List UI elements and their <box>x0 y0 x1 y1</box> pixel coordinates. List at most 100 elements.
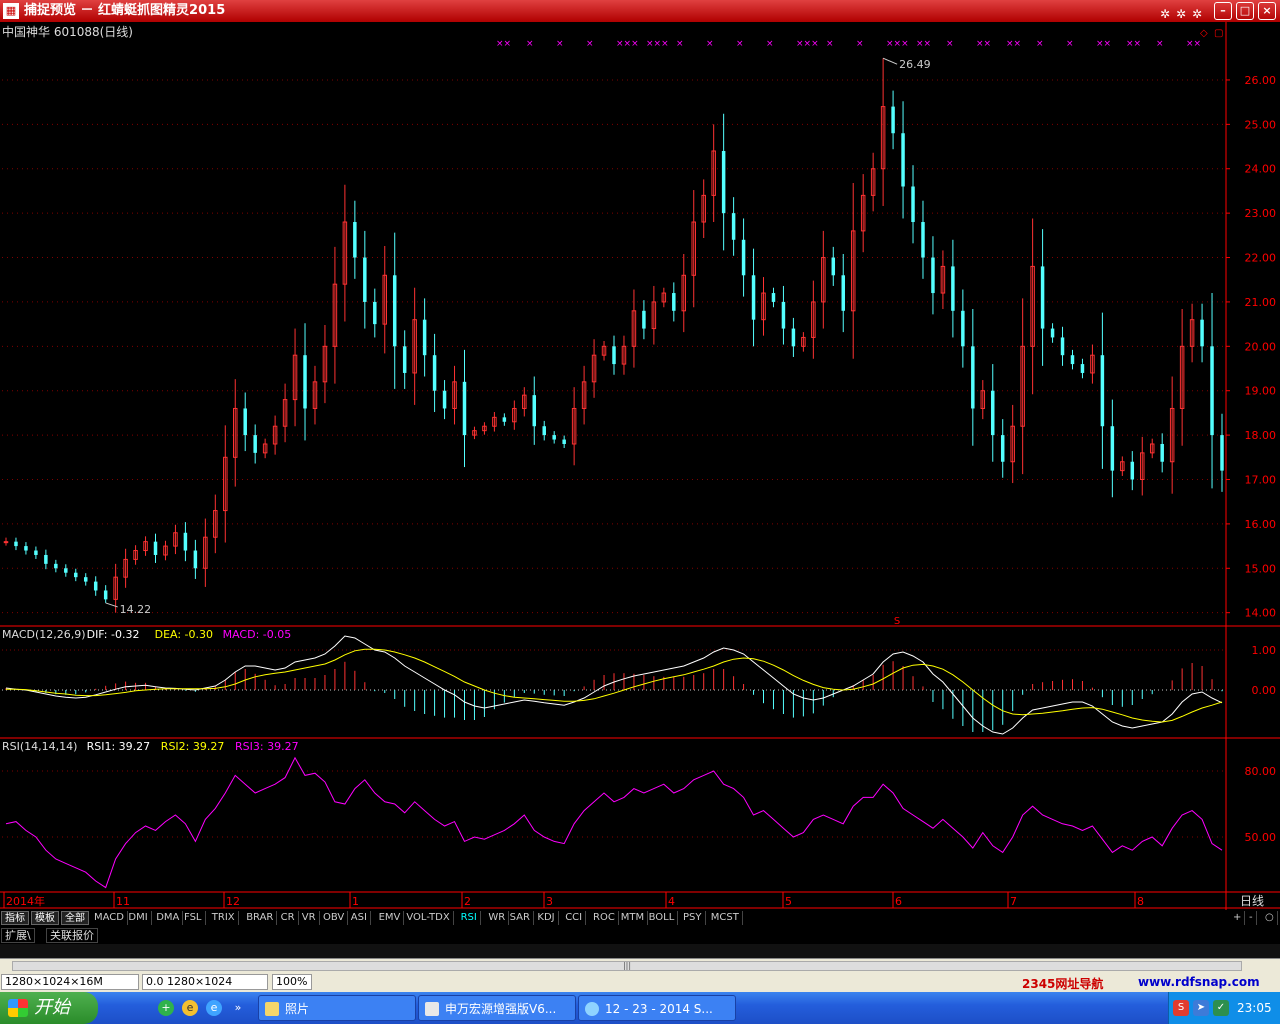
price-tick-label: 18.00 <box>1245 429 1277 442</box>
tab-control-button[interactable]: + <box>1230 911 1246 925</box>
price-tick-label: 22.00 <box>1245 252 1277 265</box>
indicator-tab-dmi[interactable]: DMI <box>125 911 152 925</box>
signal-marker-s: S <box>894 616 900 627</box>
candle-body <box>542 426 546 436</box>
stock-app-icon: ▦ <box>3 3 19 19</box>
price-tick-label: 25.00 <box>1245 118 1277 131</box>
rsi-legend-item: RSI3: 39.27 <box>235 740 299 753</box>
status-dimensions: 1280×1024×16M <box>1 974 139 990</box>
price-tick-label: 14.00 <box>1245 607 1277 620</box>
indicator-tab-rsi[interactable]: RSI <box>458 911 481 925</box>
rsi-legend-item: RSI1: 39.27 <box>87 740 151 753</box>
task-browser[interactable]: 12 - 23 - 2014 S... <box>578 995 736 1021</box>
indicator-tab-trix[interactable]: TRIX <box>209 911 239 925</box>
square-icon: ▢ <box>1214 28 1223 39</box>
indicator-tab-全部[interactable]: 全部 <box>61 911 89 925</box>
candle-body <box>552 435 556 440</box>
date-tick-label: 1 <box>352 895 359 908</box>
quicklaunch-add-icon[interactable]: + <box>158 1000 174 1016</box>
candle-body <box>153 541 158 555</box>
browser-icon <box>585 1002 599 1016</box>
start-button[interactable]: 开始 <box>0 992 98 1024</box>
tab-expand[interactable]: 扩展\ <box>1 928 35 943</box>
candle-body <box>781 301 786 329</box>
signal-mark: ×× <box>496 39 511 49</box>
indicator-tab-obv[interactable]: OBV <box>320 911 349 925</box>
minimize-button[interactable]: – <box>1214 2 1232 20</box>
signal-mark: × <box>766 39 774 49</box>
task-stock-app[interactable]: 申万宏源增强版V6... <box>418 995 576 1021</box>
rsi-legend-item: RSI2: 39.27 <box>161 740 225 753</box>
close-button[interactable]: × <box>1258 2 1276 20</box>
status-position: 0.0 1280×1024 <box>142 974 268 990</box>
candlestick-series <box>3 58 1224 613</box>
indicator-tab-vr[interactable]: VR <box>299 911 320 925</box>
quicklaunch-more-icon[interactable]: » <box>230 1000 246 1016</box>
indicator-tab-brar[interactable]: BRAR <box>243 911 278 925</box>
candle-body <box>502 417 507 422</box>
candle-body <box>901 133 905 187</box>
tray-arrow-icon[interactable]: ➤ <box>1193 1000 1209 1016</box>
indicator-tab-mcst[interactable]: MCST <box>708 911 743 925</box>
candle-body <box>1130 461 1135 480</box>
candle-body <box>1070 355 1075 365</box>
quicklaunch-browser-icon[interactable]: e <box>182 1000 198 1016</box>
chart-grid <box>0 22 1280 910</box>
candle-body <box>74 572 78 578</box>
indicator-tab-psy[interactable]: PSY <box>680 911 706 925</box>
indicator-tab-指标[interactable]: 指标 <box>1 911 29 925</box>
candle-body <box>1100 355 1105 427</box>
task-photos[interactable]: 照片 <box>258 995 416 1021</box>
macd-series <box>5 635 1223 735</box>
status-bar: 1280×1024×16M 0.0 1280×1024 100% 2345网址导… <box>0 972 1280 992</box>
indicator-tab-boll[interactable]: BOLL <box>646 911 679 925</box>
indicator-tab-kdj[interactable]: KDJ <box>534 911 559 925</box>
candle-body <box>562 439 566 444</box>
signal-mark: × <box>526 39 534 49</box>
nav-link[interactable]: 2345网址导航 <box>1022 975 1103 992</box>
candle-body <box>1220 435 1224 471</box>
signal-mark: ××× <box>796 39 819 49</box>
candle-body <box>1160 443 1164 462</box>
maximize-button[interactable]: □ <box>1236 2 1254 20</box>
indicator-tab-roc[interactable]: ROC <box>590 911 619 925</box>
candle-body <box>921 222 925 258</box>
candle-body <box>422 319 427 356</box>
indicator-tab-cci[interactable]: CCI <box>562 911 587 925</box>
candle-body <box>532 395 537 427</box>
candle-body <box>951 266 955 311</box>
indicator-tab-macd[interactable]: MACD <box>91 911 128 925</box>
indicator-tab-mtm[interactable]: MTM <box>618 911 649 925</box>
candle-body <box>392 275 397 347</box>
tab-control-button[interactable]: ○ <box>1262 911 1278 925</box>
tray-shield-icon[interactable]: ✓ <box>1213 1000 1229 1016</box>
indicator-tab-sar[interactable]: SAR <box>507 911 534 925</box>
indicator-tab-模板[interactable]: 模板 <box>31 911 59 925</box>
indicator-tab-emv[interactable]: EMV <box>376 911 405 925</box>
quicklaunch-ie-icon[interactable]: e <box>206 1000 222 1016</box>
signal-mark: × <box>1036 39 1044 49</box>
signal-mark: × <box>556 39 564 49</box>
indicator-tab-fsl[interactable]: FSL <box>181 911 206 925</box>
candle-body <box>103 590 108 600</box>
horizontal-scrollbar[interactable]: ||| <box>0 958 1280 972</box>
tray-s-icon[interactable]: S <box>1173 1000 1189 1016</box>
candle-body <box>24 546 28 551</box>
signal-mark: ××× <box>886 39 909 49</box>
indicator-tab-bar: 指标 模板 全部 MACD DMI DMA FSL TRIX BRAR CR VR OBV ASI EMV… <box>0 910 1280 926</box>
tab-control-button[interactable]: - <box>1246 911 1257 925</box>
scrollbar-thumb[interactable]: ||| <box>12 961 1242 971</box>
chart-labels: 26.0025.0024.0023.0022.0021.0020.0019.00… <box>2 24 1276 908</box>
website-link[interactable]: www.rdfsnap.com <box>1138 975 1260 989</box>
status-zoom: 100% <box>272 974 312 990</box>
price-tick-label: 20.00 <box>1245 340 1277 353</box>
indicator-tab-vol-tdx[interactable]: VOL-TDX <box>403 911 454 925</box>
clock: 23:05 <box>1237 1001 1272 1015</box>
tab-related-quotes[interactable]: 关联报价 <box>46 928 98 943</box>
candle-body <box>612 346 616 365</box>
window-icon <box>425 1002 439 1016</box>
indicator-tab-dma[interactable]: DMA <box>153 911 184 925</box>
stock-chart[interactable]: 26.0025.0024.0023.0022.0021.0020.0019.00… <box>0 22 1280 910</box>
indicator-tab-asi[interactable]: ASI <box>348 911 371 925</box>
indicator-tab-cr[interactable]: CR <box>278 911 299 925</box>
